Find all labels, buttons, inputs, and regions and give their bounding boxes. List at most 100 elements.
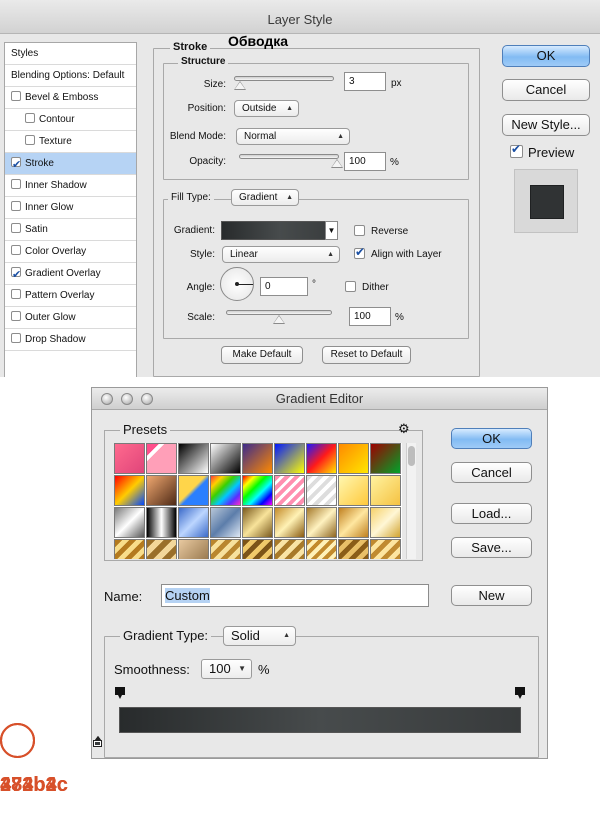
sidebar-item-label: Texture [39,136,72,147]
sidebar-item-label: Color Overlay [25,246,87,257]
position-value: Outside [242,103,277,114]
dither-checkbox[interactable] [345,281,356,292]
blend-mode-value: Normal [244,131,277,142]
size-unit: px [391,78,402,89]
angle-dial[interactable] [220,267,254,301]
sidebar-checkbox[interactable] [11,289,21,299]
scale-unit: % [395,312,404,323]
styles-sidebar: Styles Blending Options: Default Bevel & E… [4,42,137,377]
sidebar-checkbox[interactable] [11,154,21,176]
stepper-arrows-icon: ▲ [286,194,293,201]
sidebar-item-inner-glow[interactable]: Inner Glow [5,197,136,219]
size-label: Size: [203,79,226,90]
align-with-layer-label: Align with Layer [371,249,442,260]
scale-slider-thumb[interactable] [273,315,285,324]
color-stop-highlight [0,723,35,758]
color-stop-label: 474b4c [0,774,68,796]
sidebar-item-color-overlay[interactable]: Color Overlay [5,241,136,263]
color-stop-label: 383b3c [0,774,68,796]
stepper-arrows-icon: ▲ [337,133,344,140]
sidebar-item-label: Contour [39,114,75,125]
new-style-button[interactable]: New Style... [502,114,590,136]
sidebar-item-texture[interactable]: Texture [5,131,136,153]
sidebar-item-label: Blending Options: Default [11,70,125,81]
sidebar-item-label: Drop Shadow [25,334,86,345]
sidebar-item-label: Gradient Overlay [25,268,101,279]
reverse-checkbox[interactable] [354,225,365,236]
sidebar-checkbox[interactable] [11,201,21,211]
gradient-swatch[interactable] [221,221,338,240]
sidebar-item-label: Stroke [25,158,54,169]
style-label: Style: [189,249,215,260]
color-stop-highlight [0,723,35,758]
sidebar-item-styles[interactable]: Styles [5,43,136,65]
sidebar-checkbox[interactable] [11,223,21,233]
gradient-label: Gradient: [173,225,215,236]
blend-mode-select[interactable]: Normal ▲ [236,128,350,145]
preview-label: Preview [528,145,575,160]
sidebar-checkbox[interactable] [25,135,35,145]
position-label: Position: [187,103,226,114]
make-default-button[interactable]: Make Default [221,346,303,364]
gradient-dropdown-icon[interactable]: ▼ [325,221,338,240]
sidebar-item-gradient-overlay[interactable]: Gradient Overlay [5,263,136,286]
layer-style-title: Layer Style [0,0,600,34]
cancel-button[interactable]: Cancel [502,79,590,101]
sidebar-item-label: Styles [11,48,39,59]
sidebar-item-drop-shadow[interactable]: Drop Shadow [5,329,136,351]
ok-button[interactable]: OK [502,45,590,67]
position-select[interactable]: Outside ▲ [234,100,299,117]
sidebar-checkbox[interactable] [25,113,35,123]
scale-input[interactable]: 100 [349,307,391,326]
color-stop-highlight [0,723,35,758]
sidebar-checkbox[interactable] [11,264,21,286]
color-stop-swatch [93,740,102,747]
sidebar-item-stroke[interactable]: Stroke [5,153,136,176]
angle-input[interactable]: 0 [260,277,308,296]
reset-to-default-button[interactable]: Reset to Default [322,346,411,364]
size-slider[interactable] [234,76,334,81]
sidebar-item-label: Satin [25,224,48,235]
sidebar-item-label: Bevel & Emboss [25,92,99,103]
opacity-slider[interactable] [239,154,339,159]
sidebar-item-bevel-emboss[interactable]: Bevel & Emboss [5,87,136,109]
sidebar-checkbox[interactable] [11,179,21,189]
sidebar-checkbox[interactable] [11,311,21,321]
size-slider-thumb[interactable] [233,81,246,90]
fill-type-select[interactable]: Gradient ▲ [231,189,299,206]
gradient-editor-dialog: Gradient Editor Presets ⚙ OK Cancel Load… [91,387,548,759]
stroke-panel-title: Stroke [170,41,211,53]
opacity-slider-thumb[interactable] [331,159,343,168]
preview-checkbox[interactable] [510,142,523,158]
style-value: Linear [230,249,258,260]
sidebar-item-pattern-overlay[interactable]: Pattern Overlay [5,285,136,307]
sidebar-item-contour[interactable]: Contour [5,109,136,131]
sidebar-item-inner-shadow[interactable]: Inner Shadow [5,175,136,197]
preview-thumbnail [514,169,578,233]
sidebar-item-label: Outer Glow [25,312,76,323]
size-input[interactable]: 3 [344,72,386,91]
fill-type-label: Fill Type: [168,192,214,203]
preview-square [530,185,564,219]
style-select[interactable]: Linear ▲ [222,246,340,263]
sidebar-checkbox[interactable] [11,91,21,101]
align-with-layer-checkbox[interactable] [354,245,365,259]
sidebar-item-satin[interactable]: Satin [5,219,136,241]
dither-label: Dither [362,282,389,293]
sidebar-item-blending-options-default[interactable]: Blending Options: Default [5,65,136,87]
annotation-label: Обводка [228,33,289,49]
opacity-input[interactable]: 100 [344,152,386,171]
sidebar-checkbox[interactable] [11,245,21,255]
angle-dial-hand [237,284,253,285]
sidebar-checkbox[interactable] [11,333,21,343]
color-stop-label: 282b2c [0,774,68,796]
layer-style-dialog: Layer Style Styles Blending Options: Defa… [0,0,600,377]
color-stop[interactable] [92,736,103,749]
angle-label: Angle: [186,282,215,293]
stepper-arrows-icon: ▲ [286,105,293,112]
stepper-arrows-icon: ▲ [327,251,334,258]
angle-unit: ° [312,279,316,290]
opacity-unit: % [390,157,399,168]
sidebar-item-outer-glow[interactable]: Outer Glow [5,307,136,329]
angle-dial-center [235,282,239,286]
